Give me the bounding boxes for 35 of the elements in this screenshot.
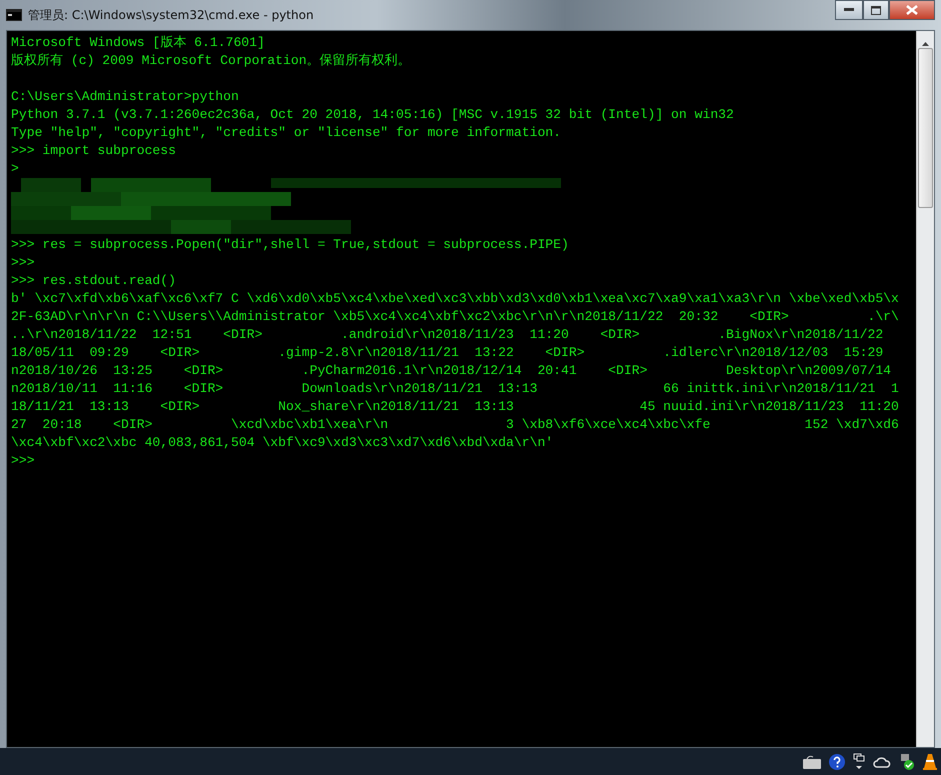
console-line: > (11, 161, 19, 176)
console-line: n2018/10/26 13:25 <DIR> .PyCharm2016.1\r\n2018/12/14 20:41 <DIR> Desktop\r\n2009/07/14 (11, 363, 892, 378)
console-icon (6, 9, 22, 21)
traffic-cone-icon[interactable] (923, 754, 937, 770)
console-line: \xc4\xbf\xc2\xbc 40,083,861,504 \xbf\xc9\xd3\xc3\xd7\xd6\xbd\xda\r\n' (11, 435, 554, 450)
cloud-icon[interactable] (873, 754, 891, 768)
console-line: >>> res = subprocess.Popen("dir",shell = True,stdout = subprocess.PIPE) (11, 237, 569, 252)
window-title: 管理员: C:\Windows\system32\cmd.exe - python (28, 7, 314, 24)
up-arrow-icon (922, 42, 929, 46)
close-button[interactable] (889, 0, 935, 20)
keyboard-icon[interactable] (803, 754, 821, 768)
console-line: Python 3.7.1 (v3.7.1:260ec2c36a, Oct 20 2018, 14:05:16) [MSC v.1915 32 bit (Intel)] on win32 (11, 107, 734, 122)
console-line: 版权所有 (c) 2009 Microsoft Corporation。保留所有权利。 (11, 53, 411, 68)
console-line: Type "help", "copyright", "credits" or "license" for more information. (11, 125, 562, 140)
minimize-icon (844, 8, 854, 12)
close-icon (906, 5, 918, 15)
maximize-button[interactable] (863, 0, 889, 20)
console-line: >>> (11, 453, 35, 468)
console-line: Microsoft Windows [版本 6.1.7601] (11, 35, 265, 50)
scrollbar-thumb[interactable] (918, 48, 933, 208)
console-line: >>> (11, 255, 35, 270)
console-line: b' \xc7\xfd\xb6\xaf\xc6\xf7 C \xd6\xd0\xb5\xc4\xbe\xed\xc3\xbb\xd3\xd0\xb1\xea\xc7\xa9\xa1\xa3\r\n \xbe\xed\xb5\x (11, 291, 899, 306)
console-line: ..\r\n2018/11/22 12:51 <DIR> .android\r\n2018/11/23 11:20 <DIR> .BigNox\r\n2018/11/22 (11, 327, 884, 342)
console-line: >>> import subprocess (11, 143, 176, 158)
windows-caret-icon[interactable] (853, 752, 865, 770)
help-icon[interactable] (829, 754, 845, 770)
console-line: 18/11/21 13:13 <DIR> Nox_share\r\n2018/11/21 13:13 45 nuuid.ini\r\n2018/11/23 11:20 (11, 399, 899, 414)
maximize-icon (871, 6, 881, 14)
console-line: >>> res.stdout.read() (11, 273, 176, 288)
console-line: 27 20:18 <DIR> \xcd\xbc\xb1\xea\r\n 3 \xb8\xf6\xce\xc4\xbc\xfe 152 \xd7\xd6 (11, 417, 899, 432)
console-line: C:\Users\Administrator>python (11, 89, 239, 104)
console-line: 18/05/11 09:29 <DIR> .gimp-2.8\r\n2018/11/21 13:22 <DIR> .idlerc\r\n2018/12/03 15:29 (11, 345, 884, 360)
console-line: n2018/10/11 11:16 <DIR> Downloads\r\n2018/11/21 13:13 66 inittk.ini\r\n2018/11/21 1 (11, 381, 899, 396)
minimize-button[interactable] (835, 0, 863, 20)
console-line: 2F-63AD\r\n\r\n C:\\Users\\Administrator \xb5\xc4\xc4\xbf\xc2\xbc\r\n\r\n2018/11/22 20:32 <DIR> .\r\ (11, 309, 899, 324)
